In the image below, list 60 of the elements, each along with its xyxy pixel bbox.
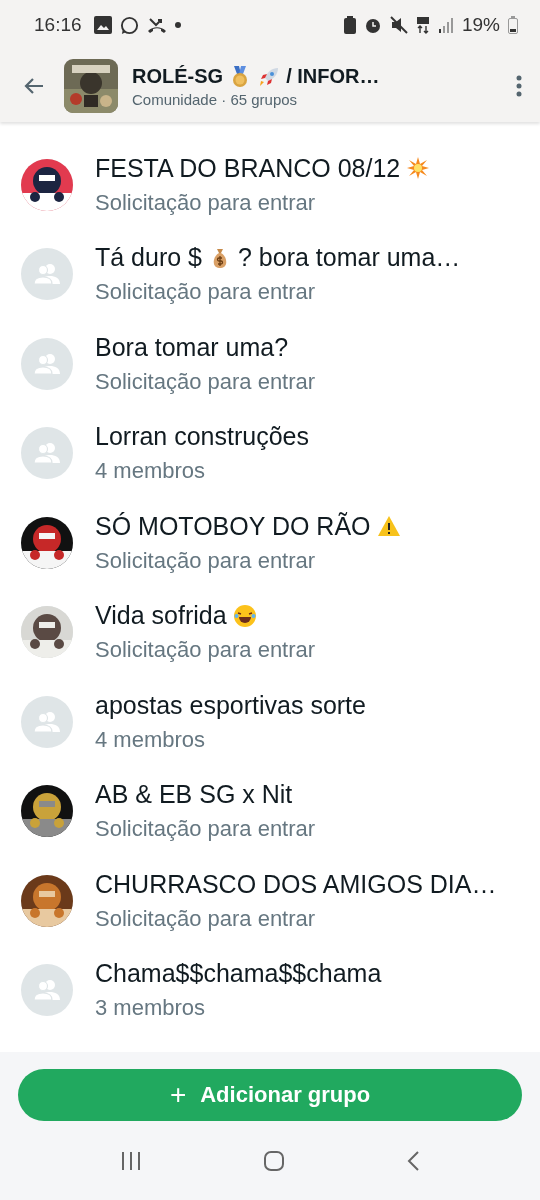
group-item[interactable]: Lorran construções 4 membros [0, 408, 540, 498]
group-item[interactable]: SÓ MOTOBOY DO RÃO Solicitação para entrar [0, 498, 540, 588]
more-icon [516, 75, 522, 97]
group-item[interactable]: Chama$$chama$$chama 3 membros [0, 945, 540, 1035]
group-item[interactable]: Tá duro $ ? bora tomar uma… Solicitação para entrar [0, 229, 540, 319]
group-status: Solicitação para entrar [95, 189, 317, 216]
community-subtitle: Comunidade · 65 grupos [132, 90, 299, 108]
clock-time: 16:16 [34, 14, 82, 36]
group-item[interactable]: apostas esportivas sorte 4 membros [0, 677, 540, 767]
group-item[interactable]: AB & EB SG x Nit Solicitação para entrar [0, 766, 540, 856]
warning-icon [376, 514, 401, 539]
group-item[interactable]: Vida sofrida Solicitação para entrar [0, 587, 540, 677]
community-title: / INFOR… [286, 65, 380, 88]
community-title: ROLÉ-SG [132, 65, 224, 88]
group-icon [32, 442, 62, 465]
image-icon [93, 16, 112, 34]
group-status: Solicitação para entrar [95, 905, 317, 932]
group-name: FESTA DO BRANCO 08/12 [95, 153, 401, 183]
group-name: apostas esportivas sorte [95, 690, 366, 720]
group-name: Bora tomar uma? [95, 332, 289, 362]
group-status: Solicitação para entrar [95, 637, 316, 664]
group-name: ? bora tomar uma… [238, 243, 461, 273]
alarm-icon [363, 16, 382, 34]
group-status: 3 membros [95, 995, 207, 1022]
laughing-emoji-icon [232, 603, 257, 628]
mute-icon [389, 16, 408, 34]
group-icon [32, 263, 62, 286]
group-status: Solicitação para entrar [95, 368, 316, 395]
group-status: 4 membros [95, 726, 207, 753]
signal-icon [437, 17, 454, 33]
group-icon [32, 979, 62, 1002]
group-status: Solicitação para entrar [95, 279, 317, 306]
group-icon [32, 352, 62, 375]
group-name: Tá duro $ [95, 243, 202, 273]
group-item[interactable]: FESTA DO BRANCO 08/12 Solicitação para entrar [0, 140, 540, 230]
group-item[interactable]: CHURRASCO DOS AMIGOS DIA… Solicitação para entrar [0, 856, 540, 946]
battery-icon [508, 16, 518, 34]
back-nav-icon [405, 1149, 420, 1172]
chat-icon [119, 15, 139, 35]
group-name: CHURRASCO DOS AMIGOS DIA… [95, 869, 497, 899]
network-icon [415, 16, 430, 34]
missed-call-icon [146, 16, 167, 34]
back-nav-button[interactable] [405, 1149, 420, 1172]
home-button[interactable] [263, 1149, 285, 1172]
group-icon [32, 710, 62, 733]
group-status: 4 membros [95, 458, 207, 485]
group-item[interactable]: Bora tomar uma? Solicitação para entrar [0, 319, 540, 409]
dot-icon [174, 22, 181, 28]
battery-percentage: 19% [461, 14, 500, 36]
group-name: SÓ MOTOBOY DO RÃO [95, 511, 371, 541]
group-status: Solicitação para entrar [95, 547, 317, 574]
home-icon [263, 1149, 285, 1172]
group-name: Lorran construções [95, 422, 309, 452]
group-name: Chama$$chama$$chama [95, 959, 382, 989]
recent-apps-icon [120, 1149, 143, 1172]
group-name: AB & EB SG x Nit [95, 780, 293, 810]
group-name: Vida sofrida [95, 601, 227, 631]
recent-apps-button[interactable] [120, 1149, 143, 1172]
group-status: Solicitação para entrar [95, 816, 316, 843]
battery-saver-icon [343, 16, 356, 34]
